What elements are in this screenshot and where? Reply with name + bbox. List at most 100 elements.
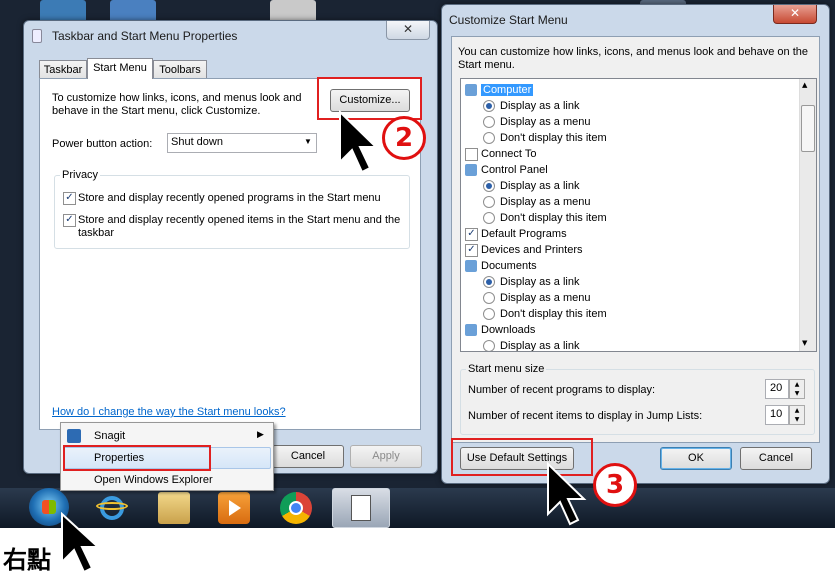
scrollbar-thumb[interactable] — [801, 105, 815, 152]
recent-items-value: 10 — [770, 408, 783, 420]
intro-text-line1: To customize how links, icons, and menus… — [52, 92, 302, 104]
list-item-label: Connect To — [481, 148, 537, 160]
radio-button[interactable] — [483, 276, 495, 288]
list-item-label: Display as a link — [500, 100, 580, 112]
radio-button[interactable] — [483, 212, 495, 224]
scroll-up-icon[interactable]: ▲ — [802, 81, 807, 89]
submenu-arrow-icon: ▶ — [257, 429, 264, 439]
scroll-down-icon[interactable]: ▼ — [802, 339, 807, 347]
privacy-programs-checkbox[interactable]: ✓ — [63, 192, 76, 205]
document-icon — [351, 495, 371, 521]
window-app-icon — [32, 29, 42, 43]
help-link[interactable]: How do I change the way the Start menu l… — [52, 406, 286, 418]
start-menu-size-label: Start menu size — [466, 363, 547, 375]
list-item-label: Downloads — [481, 324, 536, 336]
list-item[interactable]: Display as a link — [461, 274, 797, 290]
recent-programs-label: Number of recent programs to display: — [468, 384, 656, 396]
list-item[interactable]: Connect To — [461, 146, 797, 162]
radio-button[interactable] — [483, 340, 495, 351]
right-click-caption: 右點 — [3, 546, 51, 574]
customize-intro-line2: Start menu. — [458, 59, 515, 71]
checkbox[interactable]: ✓ — [465, 244, 478, 257]
menu-item-snagit[interactable]: Snagit — [94, 430, 125, 442]
cancel-button[interactable]: Cancel — [272, 445, 344, 468]
cursor-arrow-icon-step2 — [339, 110, 379, 174]
list-item-label: Display as a link — [500, 340, 580, 352]
customize-window-title: Customize Start Menu — [449, 13, 568, 27]
intro-text-line2: behave in the Start menu, click Customiz… — [52, 105, 261, 117]
menu-item-open-explorer[interactable]: Open Windows Explorer — [94, 474, 213, 486]
power-button-select[interactable]: Shut down ▼ — [167, 133, 317, 153]
radio-button[interactable] — [483, 180, 495, 192]
privacy-programs-label: Store and display recently opened progra… — [78, 192, 381, 204]
tab-toolbars[interactable]: Toolbars — [153, 60, 207, 79]
privacy-items-checkbox[interactable]: ✓ — [63, 214, 76, 227]
file-explorer-icon[interactable] — [158, 492, 190, 524]
list-item[interactable]: Display as a link — [461, 338, 797, 352]
ok-button[interactable]: OK — [660, 447, 732, 470]
apply-button[interactable]: Apply — [350, 445, 422, 468]
list-item[interactable]: ✓ Default Programs — [461, 226, 797, 242]
list-item[interactable]: Display as a menu — [461, 194, 797, 210]
list-item[interactable]: Computer — [461, 82, 797, 98]
list-item-label: Display as a link — [500, 276, 580, 288]
list-item[interactable]: Don't display this item — [461, 210, 797, 226]
list-item[interactable]: Display as a menu — [461, 114, 797, 130]
radio-button[interactable] — [483, 308, 495, 320]
list-item[interactable]: Downloads — [461, 322, 797, 338]
step-3-marker: 3 — [593, 463, 637, 507]
power-button-label: Power button action: — [52, 138, 153, 150]
list-item-label: Display as a link — [500, 180, 580, 192]
tab-taskbar[interactable]: Taskbar — [39, 60, 87, 79]
customize-start-menu-window: Customize Start Menu ✕ You can customize… — [441, 4, 830, 484]
recent-items-spinner[interactable]: ▲ ▼ — [789, 405, 805, 425]
list-item-label: Devices and Printers — [481, 244, 583, 256]
cursor-arrow-icon-step3 — [547, 462, 587, 526]
privacy-items-label-cont: taskbar — [78, 227, 115, 239]
privacy-group-label: Privacy — [60, 169, 101, 181]
recent-items-label: Number of recent items to display in Jum… — [468, 410, 703, 422]
snagit-icon — [67, 429, 81, 443]
list-item-label: Don't display this item — [500, 308, 607, 320]
folder-icon — [465, 324, 477, 336]
windows-logo-icon — [42, 500, 56, 514]
radio-button[interactable] — [483, 292, 495, 304]
recent-programs-spinner[interactable]: ▲ ▼ — [789, 379, 805, 399]
folder-icon — [465, 164, 477, 176]
close-button[interactable]: ✕ — [386, 21, 430, 40]
recent-programs-input[interactable]: 20 — [765, 379, 789, 399]
customize-cancel-button[interactable]: Cancel — [740, 447, 812, 470]
list-item[interactable]: Display as a link — [461, 178, 797, 194]
cursor-arrow-icon-right-click — [61, 512, 101, 574]
list-item[interactable]: Display as a link — [461, 98, 797, 114]
list-item-label: Display as a menu — [500, 196, 591, 208]
radio-button[interactable] — [483, 196, 495, 208]
list-item[interactable]: ✓ Devices and Printers — [461, 242, 797, 258]
chrome-icon[interactable] — [280, 492, 312, 524]
list-item-label: Don't display this item — [500, 212, 607, 224]
folder-icon — [465, 260, 477, 272]
list-item-label: Don't display this item — [500, 132, 607, 144]
list-item[interactable]: Don't display this item — [461, 306, 797, 322]
checkbox[interactable]: ✓ — [465, 228, 478, 241]
list-item-label: Documents — [481, 260, 537, 272]
folder-icon — [465, 84, 477, 96]
chevron-down-icon: ▼ — [304, 137, 312, 146]
power-button-value: Shut down — [171, 136, 223, 148]
checkbox[interactable] — [465, 148, 478, 161]
list-item[interactable]: Display as a menu — [461, 290, 797, 306]
recent-items-input[interactable]: 10 — [765, 405, 789, 425]
radio-button[interactable] — [483, 116, 495, 128]
list-item[interactable]: Documents — [461, 258, 797, 274]
taskbar-properties-task-button[interactable] — [332, 488, 390, 528]
radio-button[interactable] — [483, 100, 495, 112]
tab-start-menu[interactable]: Start Menu — [87, 58, 153, 79]
customize-close-button[interactable]: ✕ — [773, 5, 817, 24]
window-title: Taskbar and Start Menu Properties — [52, 29, 238, 43]
media-player-icon[interactable] — [218, 492, 250, 524]
radio-button[interactable] — [483, 132, 495, 144]
listbox-scrollbar[interactable]: ▲ ▼ — [799, 79, 816, 351]
list-item[interactable]: Control Panel — [461, 162, 797, 178]
options-listbox[interactable]: Computer Display as a link Display as a me… — [460, 78, 817, 352]
list-item[interactable]: Don't display this item — [461, 130, 797, 146]
